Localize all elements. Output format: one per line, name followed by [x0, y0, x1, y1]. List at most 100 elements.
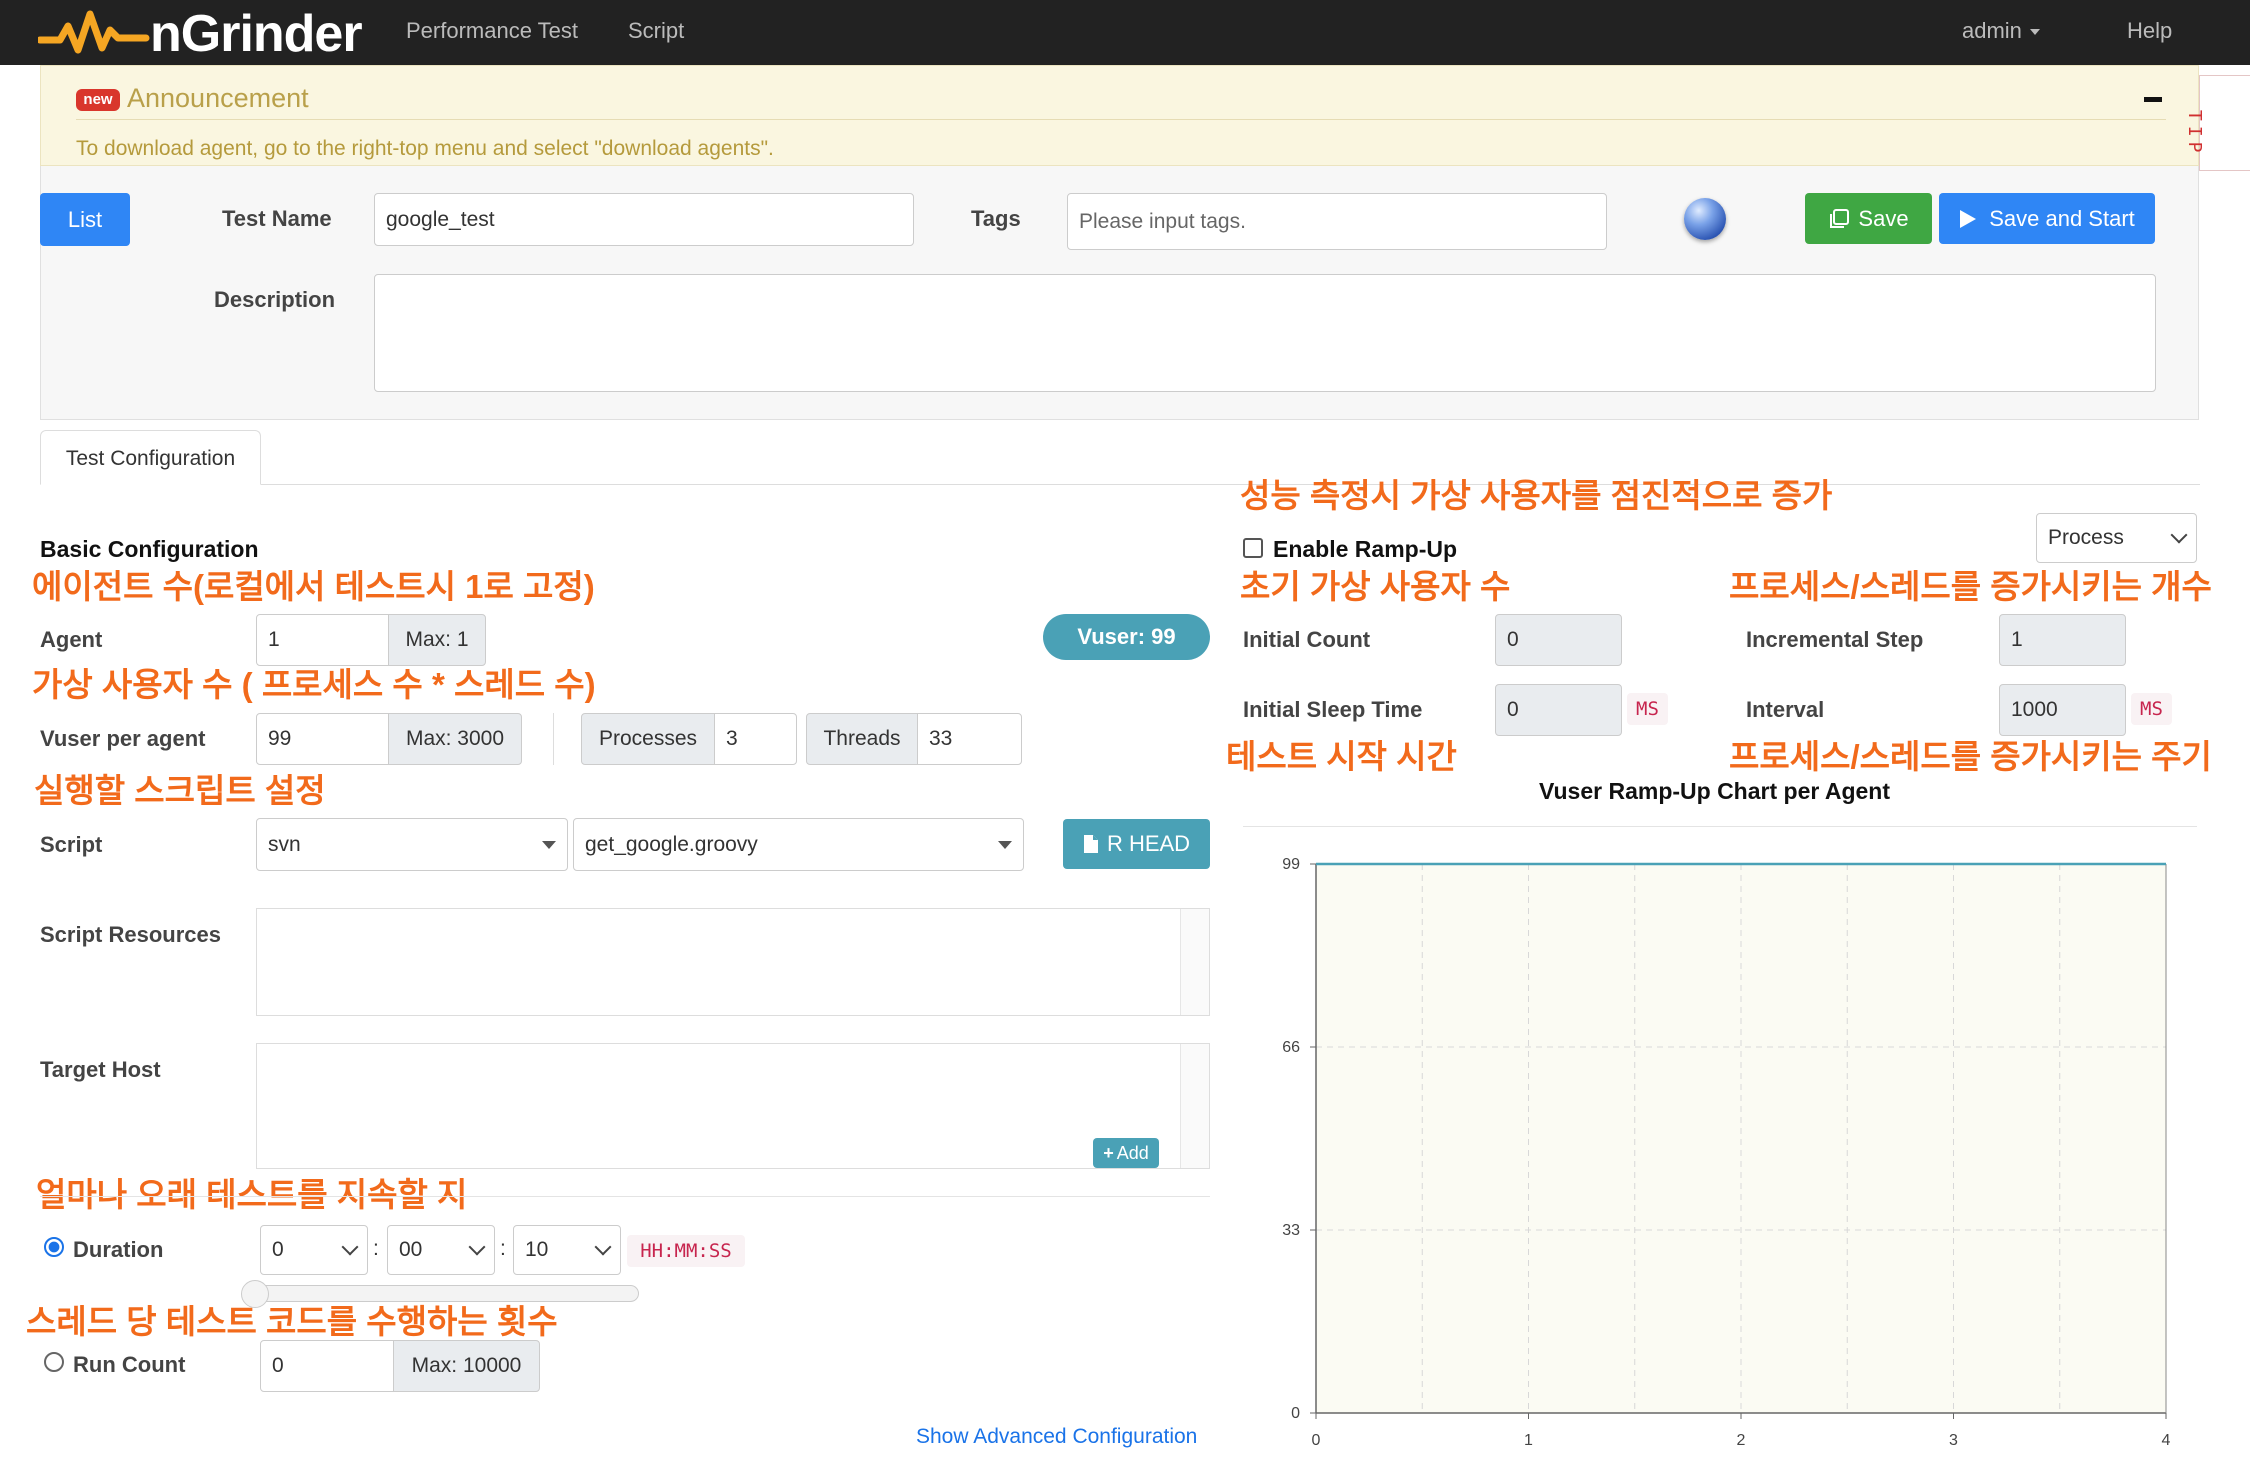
save-and-start-button[interactable]: Save and Start — [1939, 193, 2155, 244]
chevron-down-icon — [594, 1238, 612, 1256]
incremental-step-input[interactable]: 1 — [1999, 614, 2126, 666]
agent-value: 1 — [268, 628, 280, 651]
time-separator: : — [373, 1237, 379, 1260]
x-tick-label: 1 — [1524, 1432, 1533, 1449]
duration-seconds-value: 10 — [525, 1238, 549, 1261]
agent-label: Agent — [40, 627, 103, 652]
add-target-host-button[interactable]: + Add — [1093, 1138, 1159, 1168]
duration-slider-handle[interactable] — [241, 1280, 269, 1308]
x-tick-label: 0 — [1312, 1432, 1321, 1449]
nav-performance-test[interactable]: Performance Test — [406, 18, 578, 44]
incremental-step-value: 1 — [2011, 628, 2023, 651]
run-count-value: 0 — [272, 1354, 284, 1377]
r-head-label: R HEAD — [1106, 831, 1191, 856]
duration-hours-select[interactable]: 0 — [260, 1225, 368, 1275]
script-label: Script — [40, 832, 103, 857]
save-icon — [1830, 209, 1850, 228]
run-count-input[interactable]: 0 — [260, 1340, 394, 1392]
x-tick-label: 2 — [1737, 1432, 1746, 1449]
interval-input[interactable]: 1000 — [1999, 684, 2126, 736]
dropdown-arrow-icon — [542, 840, 556, 849]
script-resources-label: Script Resources — [40, 922, 221, 947]
enable-rampup-checkbox[interactable] — [1243, 538, 1263, 558]
duration-format-hint: HH:MM:SS — [627, 1235, 745, 1267]
list-button[interactable]: List — [40, 193, 130, 246]
dropdown-arrow-icon — [998, 840, 1012, 849]
time-separator: : — [500, 1237, 506, 1260]
processes-input[interactable]: 3 — [714, 713, 797, 765]
interval-value: 1000 — [2011, 698, 2058, 721]
rampup-mode-select[interactable]: Process — [2036, 513, 2197, 563]
scrollbar[interactable] — [1180, 1044, 1209, 1168]
threads-label: Threads — [806, 713, 918, 765]
vuser-per-agent-input[interactable]: 99 — [256, 713, 389, 765]
duration-minutes-select[interactable]: 00 — [387, 1225, 495, 1275]
x-tick-label: 4 — [2162, 1432, 2171, 1449]
target-host-label: Target Host — [40, 1057, 161, 1082]
r-head-button[interactable]: R HEAD — [1063, 819, 1210, 869]
annotation-interval: 프로세스/스레드를 증가시키는 주기 — [1729, 738, 2212, 775]
file-icon — [1083, 835, 1098, 853]
y-tick-label: 0 — [1291, 1405, 1300, 1422]
initial-sleep-label: Initial Sleep Time — [1243, 697, 1423, 722]
script-file-select[interactable]: get_google.groovy — [573, 818, 1024, 871]
y-tick-label: 66 — [1282, 1039, 1300, 1056]
basic-configuration-title: Basic Configuration — [40, 536, 259, 562]
chevron-down-icon — [341, 1238, 359, 1256]
tab-test-configuration[interactable]: Test Configuration — [40, 430, 261, 485]
collapse-icon[interactable] — [2144, 97, 2162, 102]
chart-title: Vuser Ramp-Up Chart per Agent — [1539, 778, 1891, 804]
run-count-radio[interactable] — [44, 1352, 64, 1372]
announcement-message: To download agent, go to the right-top m… — [76, 137, 774, 160]
save-button[interactable]: Save — [1805, 193, 1932, 244]
ngrinder-logo-icon[interactable] — [38, 8, 150, 58]
tags-input[interactable]: Please input tags. — [1067, 193, 1607, 250]
run-count-label: Run Count — [73, 1352, 186, 1377]
test-name-input[interactable]: google_test — [374, 193, 914, 246]
nav-user-menu[interactable]: admin — [1962, 18, 2040, 44]
script-resources-box[interactable] — [256, 908, 1210, 1016]
vuser-rampup-chart: 0 33 66 99 0 1 2 3 4 — [1282, 856, 2171, 1449]
initial-count-input[interactable]: 0 — [1495, 614, 1622, 666]
tip-tab[interactable] — [2199, 75, 2250, 171]
script-file-value: get_google.groovy — [585, 832, 758, 856]
globe-icon[interactable] — [1684, 198, 1726, 240]
save-and-start-label: Save and Start — [1989, 206, 2135, 231]
duration-radio[interactable] — [44, 1237, 64, 1257]
plus-icon: + — [1103, 1143, 1114, 1163]
duration-slider-track[interactable] — [243, 1285, 639, 1302]
annotation-vuser: 가상 사용자 수 ( 프로세스 수 * 스레드 수) — [32, 666, 596, 703]
nav-script[interactable]: Script — [628, 18, 684, 44]
tags-label: Tags — [971, 206, 1021, 231]
target-host-box[interactable] — [256, 1043, 1210, 1169]
vuser-per-agent-label: Vuser per agent — [40, 726, 206, 751]
run-count-max: Max: 10000 — [393, 1340, 540, 1392]
announcement-divider — [76, 119, 2166, 120]
tags-placeholder: Please input tags. — [1079, 209, 1246, 233]
rampup-mode-value: Process — [2048, 526, 2124, 549]
script-repo-select[interactable]: svn — [256, 818, 568, 871]
brand-name[interactable]: nGrinder — [150, 6, 363, 62]
nav-help[interactable]: Help — [2127, 18, 2172, 44]
vuser-max: Max: 3000 — [388, 713, 522, 765]
chart-divider — [1243, 826, 2197, 827]
vuser-divider — [553, 713, 554, 765]
scrollbar[interactable] — [1180, 909, 1209, 1015]
show-advanced-configuration-link[interactable]: Show Advanced Configuration — [916, 1424, 1197, 1450]
incremental-step-label: Incremental Step — [1746, 627, 1924, 652]
annotation-rampup: 성능 측정시 가상 사용자를 점진적으로 증가 — [1240, 477, 1833, 514]
threads-value: 33 — [929, 727, 953, 750]
vuser-per-agent-value: 99 — [268, 727, 292, 750]
initial-count-value: 0 — [1507, 628, 1519, 651]
chevron-down-icon — [468, 1238, 486, 1256]
duration-minutes-value: 00 — [399, 1238, 423, 1261]
agent-input[interactable]: 1 — [256, 614, 389, 666]
y-tick-label: 33 — [1282, 1222, 1300, 1239]
initial-sleep-input[interactable]: 0 — [1495, 684, 1622, 736]
description-input[interactable] — [374, 274, 2156, 392]
duration-seconds-select[interactable]: 10 — [513, 1225, 621, 1275]
user-name: admin — [1962, 18, 2022, 43]
initial-sleep-value: 0 — [1507, 698, 1519, 721]
threads-input[interactable]: 33 — [917, 713, 1022, 765]
annotation-script: 실행할 스크립트 설정 — [34, 772, 326, 809]
